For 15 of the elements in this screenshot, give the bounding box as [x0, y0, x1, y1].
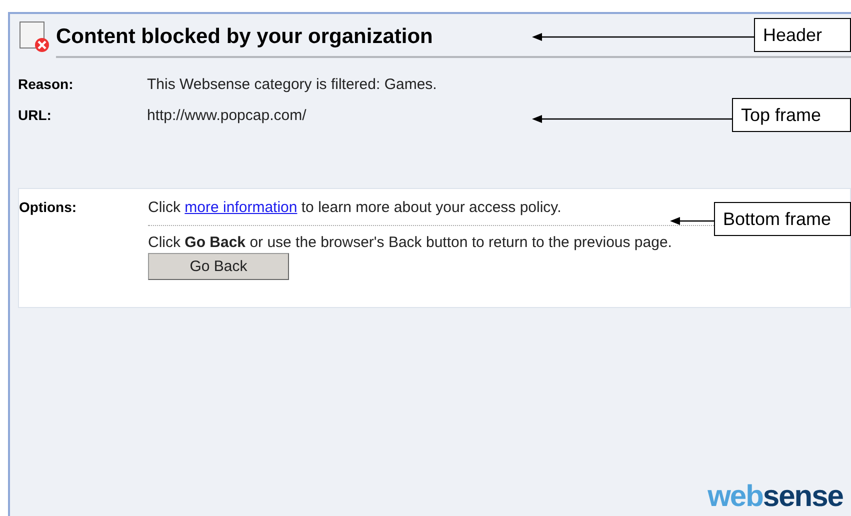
callout-arrow	[670, 216, 714, 226]
callout-label: Bottom frame	[714, 202, 851, 236]
back-instructions: Click Go Back or use the browser's Back button to return to the previous page.	[148, 234, 673, 251]
field-label: Reason:	[18, 76, 74, 93]
field-label: URL:	[18, 107, 52, 124]
more-information-link[interactable]: more information	[184, 199, 298, 216]
page-title: Content blocked by your organization	[56, 25, 433, 49]
go-back-button[interactable]: Go Back	[148, 253, 289, 280]
field-value: http://www.popcap.com/	[147, 107, 306, 124]
field-value: This Websense category is filtered: Games.	[147, 76, 437, 93]
blocked-page-icon	[18, 20, 52, 54]
callout-label: Header	[754, 18, 851, 52]
callout-label: Top frame	[732, 98, 851, 132]
field-label: Options:	[19, 199, 78, 217]
websense-logo: websense	[708, 480, 843, 514]
